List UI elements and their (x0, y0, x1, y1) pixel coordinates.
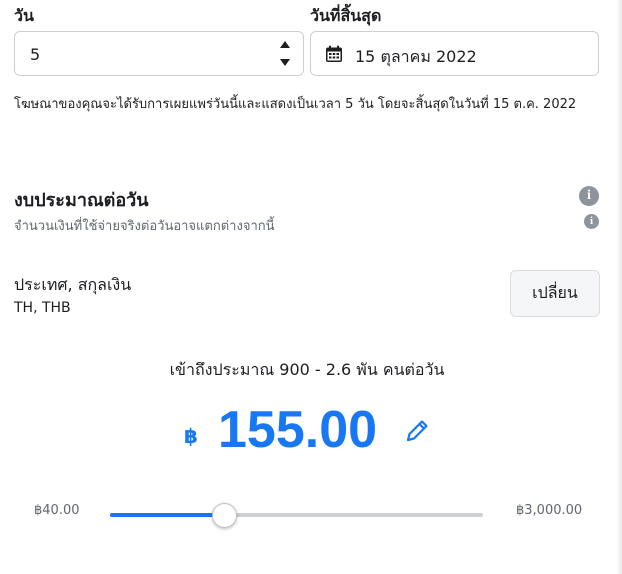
decrement-arrow-icon[interactable] (280, 59, 290, 66)
end-date-value: 15 ตุลาคม 2022 (355, 47, 477, 66)
increment-arrow-icon[interactable] (280, 41, 290, 48)
slider-min-label: ฿40.00 (34, 503, 80, 518)
country-currency-value: TH, THB (14, 300, 71, 316)
panel-edge-shadow (616, 0, 622, 574)
budget-slider-fill (110, 513, 225, 517)
budget-amount[interactable]: 155.00 (218, 400, 377, 460)
budget-subtitle: จำนวนเงินที่ใช้จ่ายจริงต่อวันอาจแตกต่างจ… (14, 219, 275, 234)
pencil-icon[interactable] (404, 417, 430, 445)
budget-slider-track[interactable] (110, 513, 483, 517)
budget-title: งบประมาณต่อวัน (14, 190, 149, 211)
stepper-icon[interactable] (279, 41, 291, 67)
slider-max-label: ฿3,000.00 (516, 503, 583, 518)
days-input[interactable]: 5 (14, 31, 304, 76)
currency-symbol: ฿ (184, 424, 198, 448)
schedule-info-text: โฆษณาของคุณจะได้รับการเผยแพร่วันนี้และแส… (14, 97, 577, 112)
days-label: วัน (14, 6, 34, 25)
days-value: 5 (30, 45, 41, 64)
estimated-reach: เข้าถึงประมาณ 900 - 2.6 พัน คนต่อวัน (169, 360, 445, 379)
end-date-label: วันที่สิ้นสุด (310, 6, 382, 25)
info-icon[interactable]: i (579, 186, 599, 206)
country-currency-label: ประเทศ, สกุลเงิน (14, 275, 132, 294)
calendar-icon (326, 45, 342, 62)
info-icon-small[interactable]: i (584, 214, 599, 229)
budget-slider-handle[interactable] (212, 503, 238, 528)
end-date-input[interactable]: 15 ตุลาคม 2022 (310, 31, 599, 76)
change-button[interactable]: เปลี่ยน (510, 270, 600, 317)
